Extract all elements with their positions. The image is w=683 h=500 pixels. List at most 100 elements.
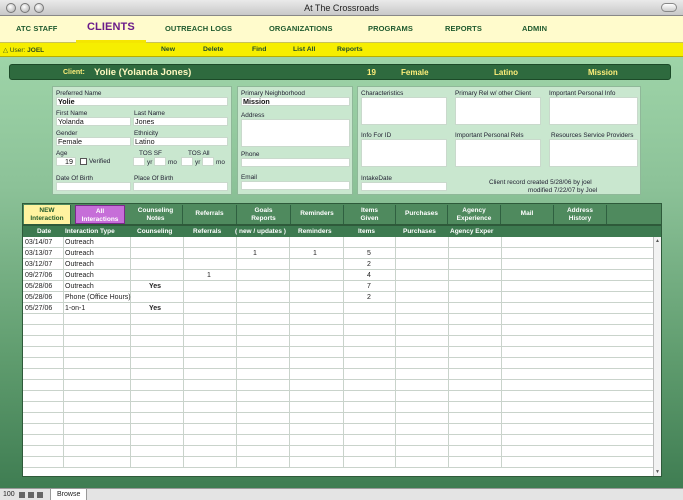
tab-line: NEW xyxy=(39,207,55,214)
important-personal-rels-field[interactable] xyxy=(455,139,541,167)
table-row[interactable]: 05/28/06 Phone (Office Hours) 2 xyxy=(23,292,655,303)
column-divider xyxy=(501,380,502,391)
status-toggle-icon[interactable] xyxy=(37,492,43,498)
column-divider xyxy=(183,259,184,270)
col-reminders[interactable]: Reminders xyxy=(298,228,332,235)
tab-all-interactions[interactable]: All Interactions xyxy=(75,205,125,224)
column-divider xyxy=(130,457,131,468)
table-row[interactable] xyxy=(23,424,655,435)
tab-counseling-notes[interactable]: Counseling Notes xyxy=(129,205,183,224)
table-row[interactable]: 09/27/06 Outreach 1 4 xyxy=(23,270,655,281)
table-row[interactable]: 03/13/07 Outreach 1 1 5 xyxy=(23,248,655,259)
characteristics-field[interactable] xyxy=(361,97,447,125)
info-for-id-field[interactable] xyxy=(361,139,447,167)
place-of-birth-field[interactable] xyxy=(133,182,228,191)
scroll-down-icon[interactable]: ▼ xyxy=(654,468,661,476)
table-row[interactable] xyxy=(23,446,655,457)
tos-all-years-field[interactable] xyxy=(181,157,193,166)
column-divider xyxy=(448,380,449,391)
tos-sf-years-field[interactable] xyxy=(133,157,145,166)
tab-goals-reports[interactable]: Goals Reports xyxy=(237,205,291,224)
tab-referrals[interactable]: Referrals xyxy=(183,205,237,224)
table-row[interactable] xyxy=(23,358,655,369)
table-row[interactable] xyxy=(23,347,655,358)
reports-button[interactable]: Reports xyxy=(337,46,363,53)
nav-admin[interactable]: ADMIN xyxy=(522,24,547,33)
first-name-field[interactable]: Yolanda xyxy=(56,117,131,126)
email-field[interactable] xyxy=(241,181,350,190)
ethnicity-field[interactable]: Latino xyxy=(133,137,228,146)
table-scrollbar[interactable]: ▲ ▼ xyxy=(653,237,661,476)
col-agency-experience[interactable]: Agency Exper xyxy=(450,228,493,235)
tab-agency-experience[interactable]: Agency Experience xyxy=(448,205,501,224)
find-button[interactable]: Find xyxy=(252,46,266,53)
important-personal-info-field[interactable] xyxy=(549,97,638,125)
column-divider xyxy=(289,237,290,248)
nav-outreach-logs[interactable]: OUTREACH LOGS xyxy=(165,24,232,33)
table-row[interactable] xyxy=(23,380,655,391)
date-of-birth-field[interactable] xyxy=(56,182,131,191)
column-divider xyxy=(63,435,64,446)
gender-field[interactable]: Female xyxy=(56,137,131,146)
table-row[interactable] xyxy=(23,402,655,413)
table-row[interactable] xyxy=(23,325,655,336)
tab-new-interaction[interactable]: NEW Interaction xyxy=(24,205,71,224)
col-counseling[interactable]: Counseling xyxy=(137,228,172,235)
primary-neighborhood-field[interactable]: Mission xyxy=(241,97,350,106)
primary-rel-field[interactable] xyxy=(455,97,541,125)
table-row[interactable] xyxy=(23,369,655,380)
table-row[interactable]: 05/27/06 1-on-1 Yes xyxy=(23,303,655,314)
nav-atc-staff[interactable]: ATC STAFF xyxy=(16,24,57,33)
column-divider xyxy=(63,259,64,270)
age-field[interactable]: 19 xyxy=(56,157,76,166)
table-row[interactable] xyxy=(23,336,655,347)
nav-programs[interactable]: PROGRAMS xyxy=(368,24,413,33)
tos-all-months-field[interactable] xyxy=(202,157,214,166)
delete-button[interactable]: Delete xyxy=(203,46,223,53)
table-row[interactable]: 03/12/07 Outreach 2 xyxy=(23,259,655,270)
new-button[interactable]: New xyxy=(161,46,175,53)
preferred-name-field[interactable]: Yolie xyxy=(56,97,228,106)
tab-reminders[interactable]: Reminders xyxy=(291,205,344,224)
column-divider xyxy=(448,369,449,380)
table-row[interactable]: 03/14/07 Outreach xyxy=(23,237,655,248)
address-field[interactable] xyxy=(241,119,350,147)
last-name-field[interactable]: Jones xyxy=(133,117,228,126)
intake-date-field[interactable] xyxy=(361,182,447,191)
mode-indicator[interactable]: Browse xyxy=(50,489,88,500)
table-row[interactable] xyxy=(23,435,655,446)
col-interaction-type[interactable]: Interaction Type xyxy=(65,228,115,235)
toolbar-toggle-icon[interactable] xyxy=(661,3,677,12)
scroll-up-icon[interactable]: ▲ xyxy=(654,237,661,245)
tab-items-given[interactable]: Items Given xyxy=(344,205,396,224)
cell-type: Outreach xyxy=(65,261,94,268)
table-row[interactable] xyxy=(23,391,655,402)
col-goals-new-updates[interactable]: ( new / updates ) xyxy=(235,228,286,235)
zoom-in-icon[interactable] xyxy=(28,492,34,498)
verified-checkbox[interactable] xyxy=(80,158,87,165)
table-header: Date Interaction Type Counseling Referra… xyxy=(23,226,661,237)
col-referrals[interactable]: Referrals xyxy=(193,228,221,235)
zoom-out-icon[interactable] xyxy=(19,492,25,498)
tab-mail[interactable]: Mail xyxy=(501,205,554,224)
column-divider xyxy=(63,336,64,347)
nav-clients[interactable]: CLIENTS xyxy=(87,21,135,33)
resources-field[interactable] xyxy=(549,139,638,167)
tab-purchases[interactable]: Purchases xyxy=(396,205,448,224)
table-row[interactable] xyxy=(23,314,655,325)
tab-address-history[interactable]: Address History xyxy=(554,205,607,224)
table-row[interactable]: 05/28/06 Outreach Yes 7 xyxy=(23,281,655,292)
col-date[interactable]: Date xyxy=(37,228,51,235)
phone-field[interactable] xyxy=(241,158,350,167)
table-row[interactable] xyxy=(23,413,655,424)
zoom-level[interactable]: 100 xyxy=(3,491,15,498)
col-items[interactable]: Items xyxy=(358,228,375,235)
nav-organizations[interactable]: ORGANIZATIONS xyxy=(269,24,333,33)
table-row[interactable] xyxy=(23,457,655,468)
tos-sf-months-field[interactable] xyxy=(154,157,166,166)
col-purchases[interactable]: Purchases xyxy=(403,228,436,235)
nav-reports[interactable]: REPORTS xyxy=(445,24,482,33)
tos-all-yr-label: yr xyxy=(195,159,201,166)
list-all-button[interactable]: List All xyxy=(293,46,315,53)
column-divider xyxy=(501,402,502,413)
